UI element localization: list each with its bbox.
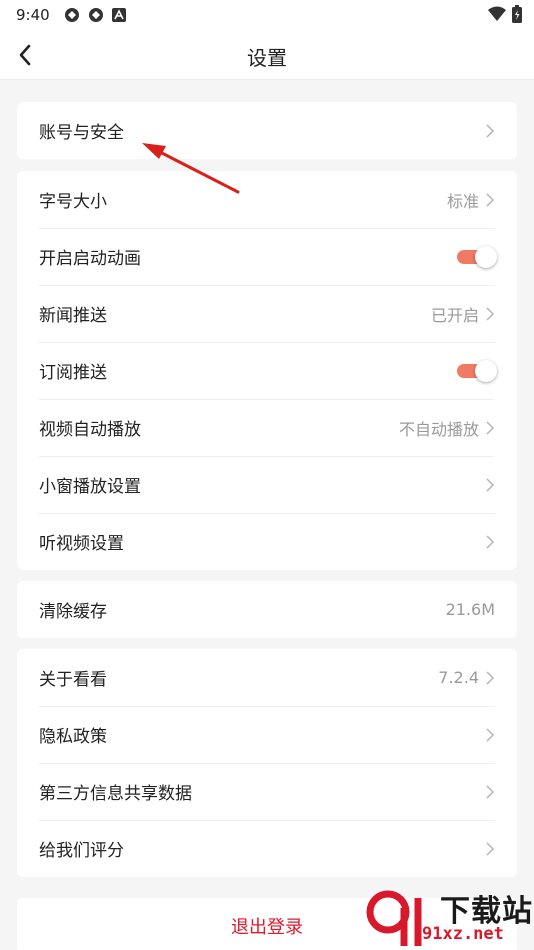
- launch-animation-toggle[interactable]: [457, 245, 497, 268]
- site-watermark: 下载站 91xz.net: [360, 880, 534, 950]
- page-title: 设置: [247, 46, 287, 70]
- item-label: 听视频设置: [39, 534, 124, 554]
- display-settings-card: 字号大小 标准 开启启动动画 新闻推送 已开启 订阅推送 视频自动播放 不自动播…: [17, 171, 517, 570]
- item-value: 标准: [446, 191, 479, 211]
- chevron-right-icon: [485, 420, 495, 435]
- settings-item-account-security[interactable]: 账号与安全: [17, 102, 517, 159]
- chevron-right-icon: [485, 841, 495, 856]
- font-a-icon: [111, 8, 126, 22]
- item-label: 隐私政策: [39, 727, 107, 747]
- item-label: 给我们评分: [39, 841, 124, 861]
- chevron-right-icon: [485, 192, 495, 207]
- battery-icon: [512, 5, 522, 27]
- settings-item-launch-animation: 开启启动动画: [17, 228, 517, 285]
- navigation-bar: 设置: [0, 30, 534, 80]
- chevron-right-icon: [485, 306, 495, 321]
- settings-item-video-autoplay[interactable]: 视频自动播放 不自动播放: [17, 399, 517, 456]
- status-bar: 9:40: [0, 0, 534, 30]
- item-label: 关于看看: [39, 670, 107, 690]
- settings-item-about[interactable]: 关于看看 7.2.4: [17, 649, 517, 706]
- logout-label: 退出登录: [231, 917, 303, 938]
- wifi-icon: [488, 6, 506, 26]
- settings-item-rate-us[interactable]: 给我们评分: [17, 820, 517, 877]
- subscription-push-toggle[interactable]: [457, 359, 497, 382]
- chevron-right-icon: [485, 534, 495, 549]
- chevron-right-icon: [485, 477, 495, 492]
- item-label: 小窗播放设置: [39, 477, 141, 497]
- item-label: 清除缓存: [39, 602, 107, 622]
- item-value: 已开启: [430, 305, 479, 325]
- settings-item-third-party-sharing[interactable]: 第三方信息共享数据: [17, 763, 517, 820]
- settings-item-clear-cache[interactable]: 清除缓存 21.6M: [17, 581, 517, 638]
- settings-item-mini-window[interactable]: 小窗播放设置: [17, 456, 517, 513]
- app-notification-icon: [88, 7, 104, 23]
- item-label: 视频自动播放: [39, 420, 141, 440]
- item-label: 订阅推送: [39, 363, 107, 383]
- item-label: 第三方信息共享数据: [39, 784, 192, 804]
- chevron-right-icon: [485, 123, 495, 138]
- chevron-right-icon: [485, 727, 495, 742]
- item-value: 不自动播放: [398, 419, 479, 439]
- version-value: 7.2.4: [438, 668, 479, 687]
- settings-item-privacy-policy[interactable]: 隐私政策: [17, 706, 517, 763]
- watermark-url: 91xz.net: [422, 924, 504, 944]
- item-label: 开启启动动画: [39, 249, 141, 269]
- account-card: 账号与安全: [17, 102, 517, 159]
- settings-item-news-push[interactable]: 新闻推送 已开启: [17, 285, 517, 342]
- cache-size-value: 21.6M: [445, 600, 495, 619]
- item-label: 账号与安全: [39, 123, 124, 143]
- app-notification-icon: [64, 7, 80, 23]
- about-card: 关于看看 7.2.4 隐私政策 第三方信息共享数据 给我们评分: [17, 649, 517, 877]
- settings-item-subscription-push: 订阅推送: [17, 342, 517, 399]
- chevron-right-icon: [485, 670, 495, 685]
- settings-item-listen-video[interactable]: 听视频设置: [17, 513, 517, 570]
- status-indicators: [488, 5, 522, 27]
- item-label: 新闻推送: [39, 306, 107, 326]
- chevron-right-icon: [485, 784, 495, 799]
- settings-item-font-size[interactable]: 字号大小 标准: [17, 171, 517, 228]
- status-time: 9:40: [16, 6, 50, 24]
- cache-card: 清除缓存 21.6M: [17, 581, 517, 638]
- item-label: 字号大小: [39, 192, 107, 212]
